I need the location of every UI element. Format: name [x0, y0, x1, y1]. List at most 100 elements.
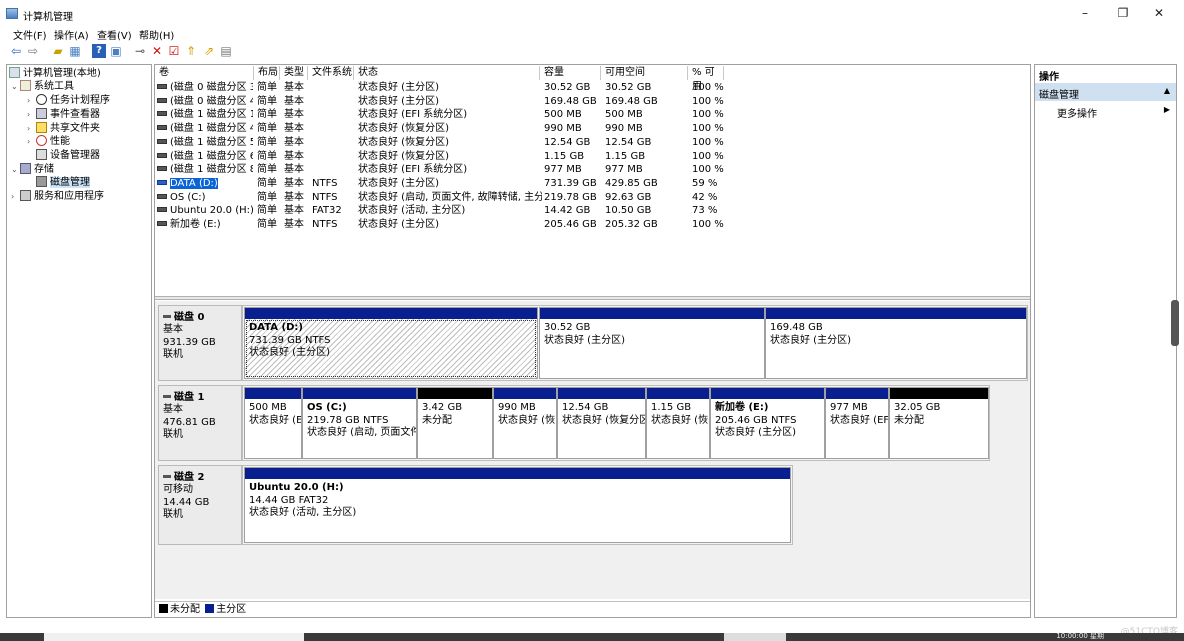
taskbar-app-2[interactable] — [724, 633, 786, 641]
partition-disk1-p1[interactable]: 500 MB 状态良好 (E — [244, 387, 302, 459]
expand-arrow-icon[interactable]: › — [11, 190, 20, 203]
shared-folder-icon — [36, 122, 47, 133]
partition-disk1-p8[interactable]: 977 MB 状态良好 (EF — [825, 387, 889, 459]
export-icon[interactable]: ⇗ — [202, 44, 216, 58]
maximize-button[interactable]: ❐ — [1104, 3, 1142, 23]
tree-item-device-manager[interactable]: 设备管理器 — [36, 149, 100, 162]
import-icon[interactable]: ⇑ — [184, 44, 198, 58]
expand-arrow-icon[interactable]: › — [27, 94, 36, 107]
partition-disk1-p6[interactable]: 1.15 GB 状态良好 (恢! — [646, 387, 710, 459]
forward-icon[interactable]: ⇨ — [26, 44, 40, 58]
partition-data-d[interactable]: DATA (D:) 731.39 GB NTFS 状态良好 (主分区) — [244, 307, 538, 379]
cell-volume: (磁盘 0 磁盘分区 4) — [157, 95, 253, 108]
menu-action[interactable]: 操作(A) — [54, 27, 89, 42]
volume-icon — [157, 125, 167, 131]
connect-icon[interactable]: ⊸ — [133, 44, 147, 58]
menu-view[interactable]: 查看(V) — [97, 27, 132, 42]
partition-disk1-p5[interactable]: 12.54 GB 状态良好 (恢复分区 — [557, 387, 646, 459]
expand-arrow-icon[interactable]: ⌄ — [11, 80, 20, 93]
table-row[interactable]: (磁盘 0 磁盘分区 4) 简单 基本 状态良好 (主分区) 169.48 GB 169.… — [155, 95, 1030, 109]
collapse-up-icon[interactable]: ▲ — [1164, 86, 1170, 95]
expand-arrow-icon[interactable]: › — [27, 108, 36, 121]
partition-disk0-p4[interactable]: 169.48 GB 状态良好 (主分区) — [765, 307, 1027, 379]
tree-item-system-tools[interactable]: ⌄ 系统工具 — [11, 80, 74, 93]
column-header-layout[interactable]: 布局 — [254, 66, 280, 80]
tree-item-disk-management[interactable]: 磁盘管理 — [36, 176, 90, 189]
disk-0-label[interactable]: 磁盘 0 基本 931.39 GB 联机 — [158, 305, 242, 381]
back-icon[interactable]: ⇦ — [9, 44, 23, 58]
expand-arrow-icon[interactable]: › — [27, 135, 36, 148]
submenu-arrow-icon[interactable]: ▶ — [1164, 105, 1170, 114]
cell-status: 状态良好 (EFI 系统分区) — [358, 164, 468, 176]
tree-item-storage[interactable]: ⌄ 存储 — [11, 163, 54, 176]
disk-1-label[interactable]: 磁盘 1 基本 476.81 GB 联机 — [158, 385, 242, 461]
column-header-type[interactable]: 类型 — [280, 66, 308, 80]
table-row[interactable]: (磁盘 1 磁盘分区 8) 简单 基本 状态良好 (EFI 系统分区) 977 MB 97… — [155, 163, 1030, 177]
disk-2-partitions: Ubuntu 20.0 (H:) 14.44 GB FAT32 状态良好 (活动, … — [242, 465, 793, 545]
table-row[interactable]: Ubuntu 20.0 (H:) 简单 基本 FAT32 状态良好 (活动, 主分区) 1… — [155, 204, 1030, 218]
partition-bar — [540, 308, 764, 319]
column-header-capacity[interactable]: 容量 — [540, 66, 601, 80]
tree-item-computer-management[interactable]: 计算机管理(本地) — [9, 67, 101, 80]
menu-help[interactable]: 帮助(H) — [139, 27, 174, 42]
more-actions-link[interactable]: 更多操作 — [1057, 105, 1097, 120]
help-icon[interactable]: ? — [92, 44, 106, 58]
show-tree-icon[interactable]: ▦ — [68, 44, 82, 58]
table-row[interactable]: (磁盘 0 磁盘分区 3) 简单 基本 状态良好 (主分区) 30.52 GB 30.52… — [155, 81, 1030, 95]
column-header-free-space[interactable]: 可用空间 — [601, 66, 688, 80]
up-folder-icon[interactable]: ▰ — [51, 44, 65, 58]
tree-item-services-and-apps[interactable]: › 服务和应用程序 — [11, 190, 104, 203]
close-button[interactable]: ✕ — [1140, 3, 1178, 23]
table-row[interactable]: (磁盘 1 磁盘分区 4) 简单 基本 状态良好 (恢复分区) 990 MB 990 MB… — [155, 122, 1030, 136]
cell-type: 基本 — [284, 123, 304, 135]
toolbar: ⇦ ⇨ ▰ ▦ ? ▣ ⊸ ✕ ☑ ⇑ ⇗ ▤ — [0, 42, 1184, 62]
tree-item-shared-folders[interactable]: › 共享文件夹 — [27, 122, 100, 135]
expand-arrow-icon[interactable]: ⌄ — [11, 163, 20, 176]
pane-splitter[interactable] — [155, 296, 1030, 300]
partition-disk1-p4[interactable]: 990 MB 状态良好 (恢 — [493, 387, 557, 459]
unallocated-space-1[interactable]: 3.42 GB 未分配 — [417, 387, 493, 459]
table-row[interactable]: 新加卷 (E:) 简单 基本 NTFS 状态良好 (主分区) 205.46 GB 205.3… — [155, 218, 1030, 232]
column-header-percent-free[interactable]: % 可用 — [688, 66, 724, 92]
expand-arrow-icon[interactable]: › — [27, 122, 36, 135]
event-viewer-icon — [36, 108, 47, 119]
partition-os-c[interactable]: OS (C:) 219.78 GB NTFS 状态良好 (启动, 页面文件, — [302, 387, 417, 459]
table-row[interactable]: OS (C:) 简单 基本 NTFS 状态良好 (启动, 页面文件, 故障转储, 主分区… — [155, 191, 1030, 205]
table-row[interactable]: (磁盘 1 磁盘分区 5) 简单 基本 状态良好 (恢复分区) 12.54 GB 12.5… — [155, 136, 1030, 150]
tree-item-task-scheduler[interactable]: › 任务计划程序 — [27, 94, 110, 107]
taskbar-app[interactable] — [44, 633, 304, 641]
cell-layout: 简单 — [257, 109, 277, 121]
delete-icon[interactable]: ✕ — [150, 44, 164, 58]
cell-filesystem: FAT32 — [312, 205, 342, 217]
legend-swatch-unallocated — [159, 604, 168, 613]
column-header-filesystem[interactable]: 文件系统 — [308, 66, 354, 80]
table-row[interactable]: (磁盘 1 磁盘分区 1) 简单 基本 状态良好 (EFI 系统分区) 500 MB 50… — [155, 108, 1030, 122]
cell-free-space: 92.63 GB — [605, 191, 652, 203]
side-scroll-handle[interactable] — [1171, 300, 1179, 346]
list-icon[interactable]: ▤ — [219, 44, 233, 58]
cell-capacity: 731.39 GB — [544, 177, 597, 189]
tree-item-event-viewer[interactable]: › 事件查看器 — [27, 108, 100, 121]
menu-file[interactable]: 文件(F) — [13, 27, 47, 42]
partition-ubuntu-h[interactable]: Ubuntu 20.0 (H:) 14.44 GB FAT32 状态良好 (活动, … — [244, 467, 791, 543]
legend-primary: 主分区 — [216, 604, 247, 615]
cell-percent-free: 100 % — [692, 150, 724, 162]
cell-volume: (磁盘 1 磁盘分区 6) — [157, 150, 253, 163]
partition-new-volume-e[interactable]: 新加卷 (E:) 205.46 GB NTFS 状态良好 (主分区) — [710, 387, 825, 459]
partition-bar — [418, 388, 492, 399]
partition-disk0-p3[interactable]: 30.52 GB 状态良好 (主分区) — [539, 307, 765, 379]
tree-item-performance[interactable]: › 性能 — [27, 135, 70, 148]
check-icon[interactable]: ☑ — [167, 44, 181, 58]
column-header-status[interactable]: 状态 — [354, 66, 540, 80]
table-row[interactable]: DATA (D:) 简单 基本 NTFS 状态良好 (主分区) 731.39 GB 429.… — [155, 177, 1030, 191]
column-header-volume[interactable]: 卷 — [155, 66, 254, 80]
minimize-button[interactable]: – — [1066, 3, 1104, 23]
actions-section-disk-management[interactable]: 磁盘管理 ▲ — [1035, 83, 1176, 101]
volume-icon — [157, 111, 167, 117]
unallocated-space-2[interactable]: 32.05 GB 未分配 — [889, 387, 989, 459]
cell-filesystem: NTFS — [312, 177, 338, 189]
properties-icon[interactable]: ▣ — [109, 44, 123, 58]
table-row[interactable]: (磁盘 1 磁盘分区 6) 简单 基本 状态良好 (恢复分区) 1.15 GB 1.15 … — [155, 150, 1030, 164]
disk-2-label[interactable]: 磁盘 2 可移动 14.44 GB 联机 — [158, 465, 242, 545]
cell-free-space: 30.52 GB — [605, 82, 652, 93]
